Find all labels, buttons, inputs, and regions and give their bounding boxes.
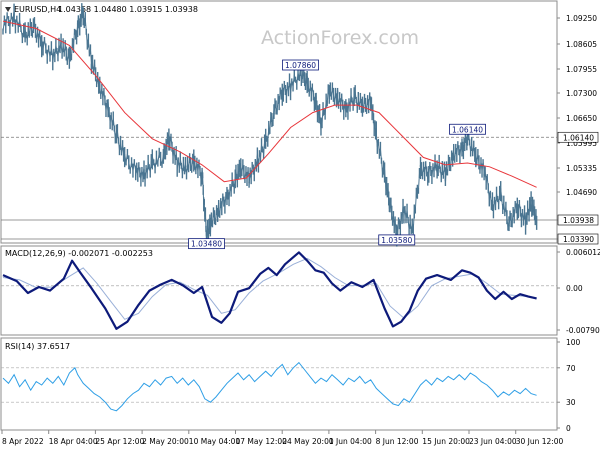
price-y-tick-label: 1.05335 xyxy=(566,164,597,173)
x-axis-tick-label: 8 Apr 2022 xyxy=(2,437,44,446)
price-annotation-label: 1.03580 xyxy=(381,236,412,245)
macd-y-tick-label: 0.006012 xyxy=(566,248,600,257)
macd-panel-frame xyxy=(0,245,558,336)
rsi-y-tick-label: 100 xyxy=(566,338,581,347)
x-axis-tick-label: 25 Apr 12:00 xyxy=(95,437,144,446)
price-y-tick-label: 1.08605 xyxy=(566,40,597,49)
price-y-tick-label: 1.06650 xyxy=(566,114,597,123)
ohlc-label: 1.04368 1.04480 1.03915 1.03938 xyxy=(58,5,198,14)
price-y-tick-label: 1.09250 xyxy=(566,14,597,23)
x-axis-tick-label: 30 Jun 12:00 xyxy=(516,437,564,446)
price-annotation-label: 1.07860 xyxy=(285,61,316,70)
dropdown-triangle-icon[interactable] xyxy=(5,7,11,12)
price-level-label: 1.06140 xyxy=(563,133,594,142)
x-axis-tick-label: 24 May 20:00 xyxy=(282,437,334,446)
chart-plot-layer: 1.092501.086051.079551.073001.066501.059… xyxy=(1,3,600,446)
x-axis-tick-label: 15 Jun 20:00 xyxy=(422,437,470,446)
x-axis-tick-label: 8 Jun 12:00 xyxy=(376,437,419,446)
rsi-y-tick-label: 0 xyxy=(566,424,571,433)
rsi-y-tick-label: 70 xyxy=(566,364,576,373)
price-annotation-label: 1.03480 xyxy=(191,240,222,249)
chart-header: EURUSD,H4 1.04368 1.04480 1.03915 1.0393… xyxy=(5,5,198,14)
x-axis-tick-label: 1 Jun 04:00 xyxy=(329,437,372,446)
x-axis-tick-label: 10 May 04:00 xyxy=(189,437,241,446)
price-y-tick-label: 1.04690 xyxy=(566,188,597,197)
rsi-line xyxy=(2,361,537,412)
price-y-tick-label: 1.07300 xyxy=(566,89,597,98)
price-level-label: 1.03938 xyxy=(563,216,594,225)
forex-chart: ActionForex.com EURUSD,H4 1.04368 1.0448… xyxy=(0,0,600,446)
price-annotation-label: 1.06140 xyxy=(452,125,483,134)
price-y-tick-label: 1.07955 xyxy=(566,65,597,74)
macd-y-tick-label: -0.007907 xyxy=(566,326,600,335)
rsi-title: RSI(14) 37.6517 xyxy=(5,342,70,351)
symbol-label: EURUSD,H4 xyxy=(14,5,61,14)
x-axis-tick-label: 18 Apr 04:00 xyxy=(49,437,98,446)
x-axis-tick-label: 17 May 12:00 xyxy=(236,437,288,446)
price-level-label: 1.03390 xyxy=(563,235,594,244)
macd-signal-line xyxy=(2,257,537,320)
watermark: ActionForex.com xyxy=(261,27,419,49)
macd-y-tick-label: 0.00 xyxy=(566,284,583,293)
macd-title: MACD(12,26,9) -0.002071 -0.002253 xyxy=(5,249,153,258)
x-axis-tick-label: 23 Jun 04:00 xyxy=(469,437,517,446)
x-axis-tick-label: 2 May 20:00 xyxy=(142,437,189,446)
macd-line xyxy=(2,251,537,330)
rsi-y-tick-label: 30 xyxy=(566,398,576,407)
